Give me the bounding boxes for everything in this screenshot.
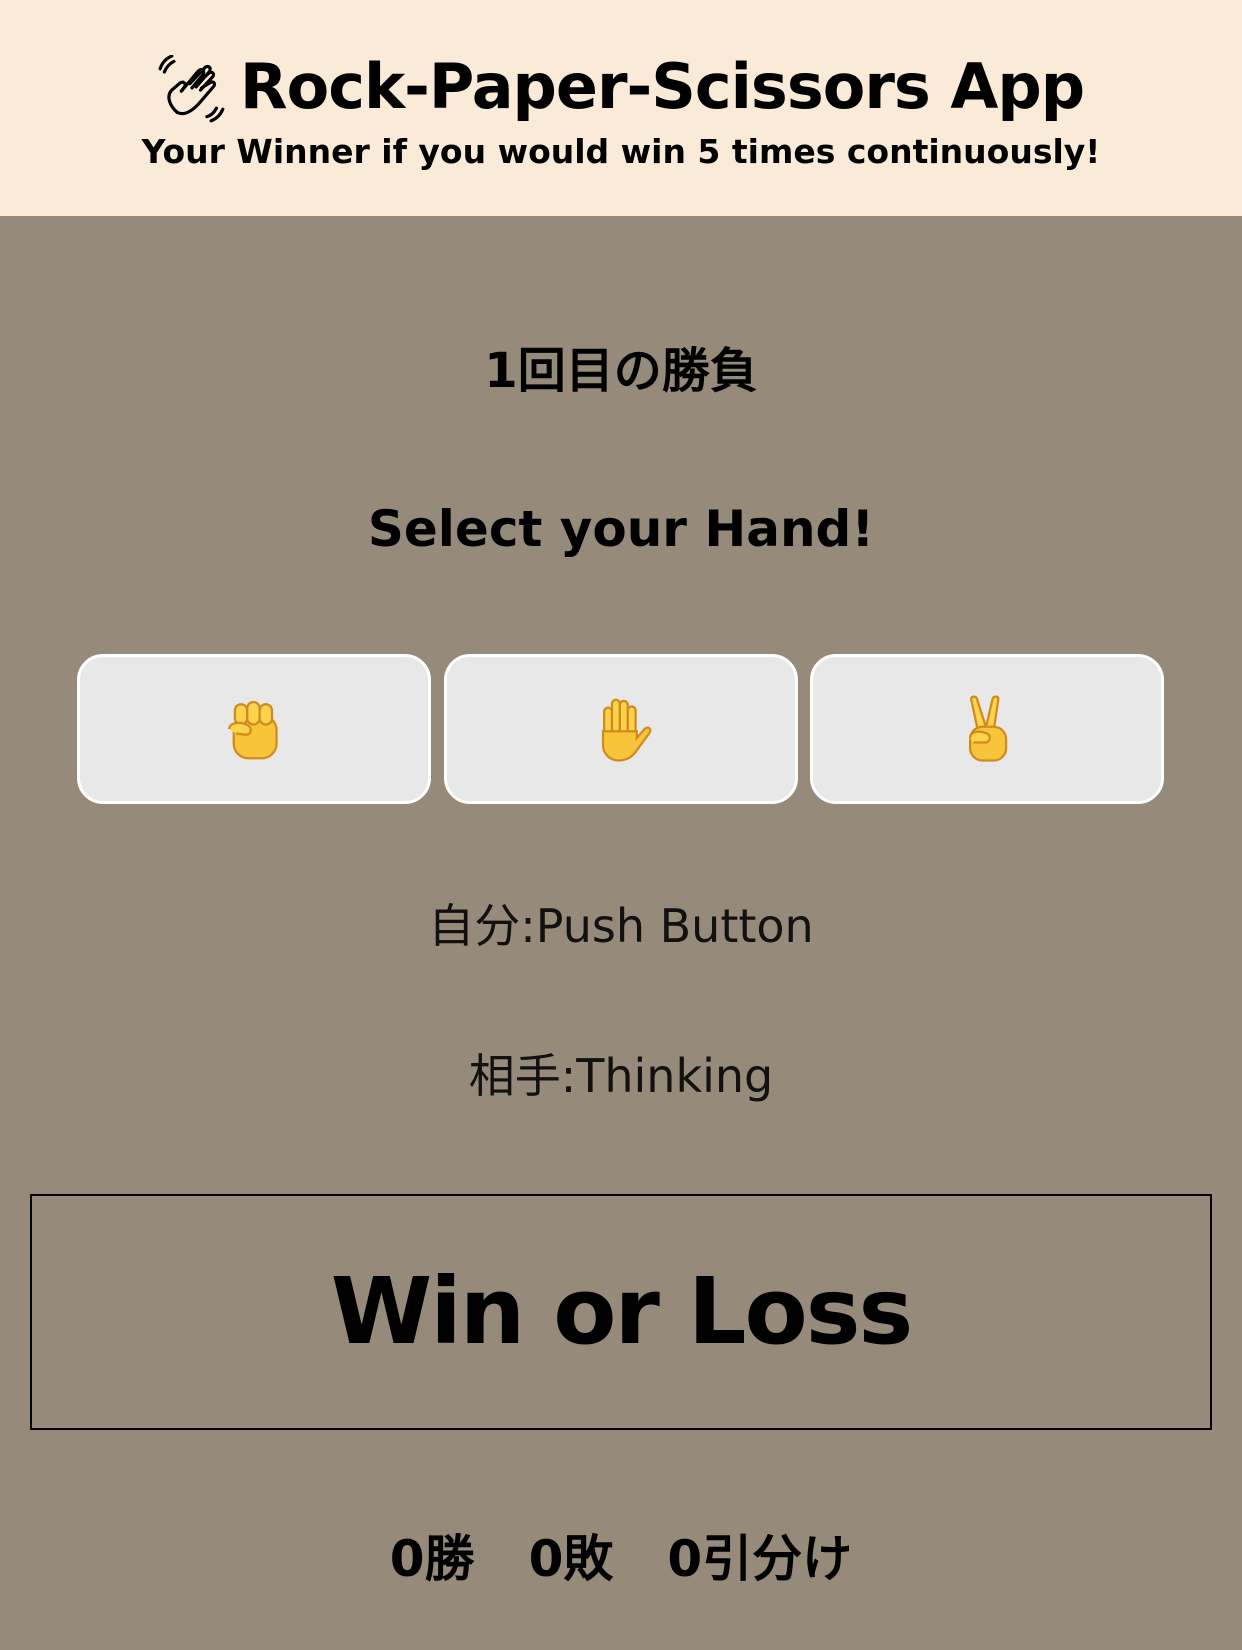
- result-text: Win or Loss: [330, 1258, 913, 1365]
- raised-fist-icon: [228, 700, 278, 760]
- app-title: Rock-Paper-Scissors App: [239, 50, 1085, 123]
- score-row: 0勝 0敗 0引分け: [0, 1520, 1242, 1590]
- losses-count: 0敗: [528, 1530, 614, 1588]
- victory-hand-icon: [969, 695, 1008, 762]
- result-box: Win or Loss: [30, 1194, 1212, 1430]
- opponent-hand-status: 相手:Thinking: [468, 1049, 774, 1103]
- select-hand-prompt: Select your Hand!: [367, 500, 875, 558]
- scissors-button[interactable]: [810, 654, 1164, 804]
- waving-hand-icon: [158, 55, 225, 123]
- round-label: 1回目の勝負: [484, 343, 758, 399]
- title-row: Rock-Paper-Scissors App: [0, 46, 1242, 128]
- app-header: Rock-Paper-Scissors App Your Winner if y…: [0, 0, 1242, 216]
- app-subtitle: Your Winner if you would win 5 times con…: [141, 132, 1101, 171]
- raised-hand-icon: [601, 698, 652, 762]
- self-hand-status: 自分:Push Button: [428, 899, 814, 953]
- draws-count: 0引分け: [667, 1530, 853, 1588]
- wins-count: 0勝: [389, 1530, 475, 1588]
- paper-button[interactable]: [444, 654, 798, 804]
- rock-button[interactable]: [77, 654, 431, 804]
